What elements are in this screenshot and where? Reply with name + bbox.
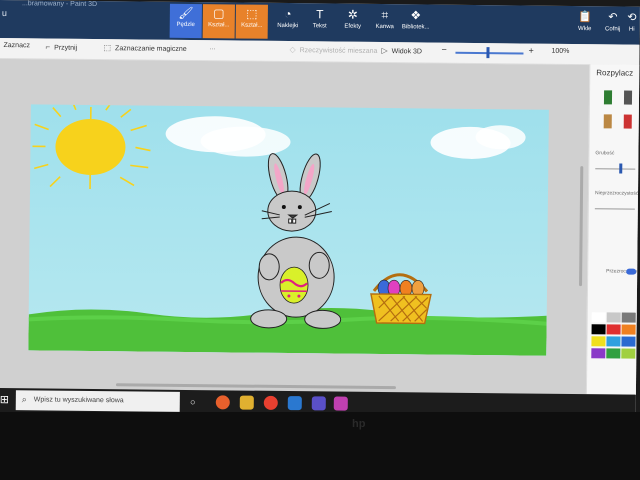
easter-egg-held (279, 266, 309, 304)
magic-select-label: Zaznaczanie magiczne (115, 45, 187, 53)
search-icon: ⌕ (21, 394, 27, 405)
tab-3d-shapes-label: Kształ... (241, 22, 263, 29)
color-swatch[interactable] (621, 312, 636, 323)
color-swatch[interactable] (621, 336, 636, 347)
color-palette (590, 64, 640, 359)
more-button[interactable]: ... (209, 44, 215, 51)
tab-library[interactable]: ❖ Bibliotek... (400, 6, 432, 40)
title-left: u (1, 8, 7, 19)
tab-text[interactable]: T Tekst (304, 5, 336, 39)
sun (32, 104, 151, 189)
color-swatch[interactable] (591, 336, 606, 347)
hp-logo: hp (352, 418, 366, 430)
chrome-icon[interactable] (263, 395, 278, 410)
brush-icon: 🖌 (178, 5, 194, 21)
color-swatch[interactable] (591, 312, 606, 323)
sticker-icon: ◔ (284, 6, 292, 22)
crop-button[interactable]: ⌐ Przytnij (45, 42, 77, 51)
color-swatch[interactable] (621, 324, 636, 335)
ribbon: u ...bramowany - Paint 3D 🖌 Pędzle ▢ Ksz… (0, 0, 640, 45)
color-swatch[interactable] (606, 348, 621, 359)
zoom-out-button[interactable]: − (441, 45, 446, 55)
view3d-icon: ▷ (381, 45, 388, 56)
magic-select-button[interactable]: ⬚ Zaznaczanie magiczne (103, 43, 186, 53)
zoom-level: 100% (551, 47, 570, 55)
view3d-label: Widok 3D (391, 48, 423, 56)
tab-canvas[interactable]: ⌗ Kanwa (369, 6, 401, 40)
mixed-reality-icon: ◇ (289, 45, 296, 55)
shapes3d-icon: ⬚ (246, 6, 258, 21)
color-swatch[interactable] (591, 324, 606, 335)
history-icon: ⟲ (627, 11, 637, 24)
taskbar-search-box[interactable]: ⌕ Wpisz tu wyszukiwane słowa (15, 390, 180, 412)
crop-label: Przytnij (54, 44, 78, 52)
paint3d-taskbar-icon[interactable] (333, 396, 348, 411)
search-placeholder: Wpisz tu wyszukiwane słowa (33, 396, 124, 405)
history-label: Hi (628, 26, 635, 33)
tab-2d-shapes-label: Kształ... (208, 22, 230, 29)
mixed-reality-button[interactable]: ◇ Rzeczywistość mieszana (289, 45, 377, 55)
zoom-slider-thumb[interactable] (486, 47, 490, 59)
tab-stickers[interactable]: ◔ Naklejki (272, 5, 304, 39)
marker-brush-icon[interactable] (603, 90, 613, 105)
tab-2d-shapes[interactable]: ▢ Kształ... (202, 4, 235, 39)
monitor-bezel (0, 412, 640, 480)
pencil-icon[interactable] (603, 114, 612, 129)
cloud-left (165, 116, 291, 157)
mixed-reality-label: Rzeczywistość mieszana (299, 47, 378, 55)
paste-button[interactable]: 📋 Wkle (570, 8, 600, 32)
zoom-in-button[interactable]: + (528, 46, 533, 56)
view3d-button[interactable]: ▷ Widok 3D (381, 46, 422, 55)
thickness-label: Grubość (595, 150, 615, 157)
thickness-slider-thumb[interactable] (619, 163, 623, 174)
paste-icon: 📋 (577, 11, 592, 24)
color-swatch[interactable] (591, 348, 606, 359)
paste-label: Wkle (578, 26, 592, 33)
paint3d-window: u ...bramowany - Paint 3D 🖌 Pędzle ▢ Ksz… (0, 0, 640, 419)
cloud-right (430, 125, 526, 159)
undo-label: Cofnij (605, 26, 621, 33)
library-icon: ❖ (410, 8, 422, 23)
select-label: Zaznacz (3, 42, 31, 50)
drawing (28, 104, 547, 356)
brush-panel: Rozpylacz Grubość Nieprzezroczystość Prz… (585, 64, 640, 395)
windows-start-icon[interactable]: ⊞ (0, 394, 12, 406)
tab-stickers-label: Naklejki (277, 22, 299, 30)
magic-select-icon: ⬚ (103, 43, 112, 53)
tab-effects-label: Efekty (344, 23, 362, 30)
transparent-toggle[interactable] (626, 268, 637, 275)
text-icon: T (316, 7, 324, 22)
tab-3d-shapes[interactable]: ⬚ Kształ... (235, 4, 268, 39)
opacity-label: Nieprzezroczystość (594, 190, 639, 197)
easter-basket (370, 273, 432, 325)
drawing-canvas[interactable] (28, 104, 549, 356)
window-title: ...bramowany - Paint 3D (21, 0, 98, 9)
color-swatch[interactable] (606, 336, 621, 347)
select-button[interactable]: Zaznacz (3, 42, 30, 49)
file-explorer-icon[interactable] (239, 395, 254, 410)
tab-brushes[interactable]: 🖌 Pędzle (169, 3, 202, 39)
panel-title: Rozpylacz (596, 68, 634, 78)
tab-effects[interactable]: ✲ Efekty (337, 6, 369, 40)
effects-icon: ✲ (347, 7, 358, 22)
tab-library-label: Bibliotek... (401, 24, 430, 31)
edge-icon[interactable] (287, 396, 302, 411)
crayon-icon[interactable] (623, 114, 632, 129)
tab-brushes-label: Pędzle (176, 21, 195, 29)
calligraphy-pen-icon[interactable] (623, 90, 633, 105)
opacity-slider[interactable] (594, 208, 635, 210)
canvas-icon: ⌗ (381, 7, 389, 23)
tab-text-label: Tekst (312, 23, 327, 30)
firefox-icon[interactable] (215, 395, 230, 410)
shapes2d-icon: ▢ (213, 6, 225, 21)
task-view-icon[interactable]: ○ (186, 395, 200, 409)
tab-canvas-label: Kanwa (375, 23, 394, 31)
teams-icon[interactable] (311, 396, 326, 411)
color-swatch[interactable] (606, 324, 621, 335)
crop-icon: ⌐ (45, 42, 51, 52)
history-button[interactable]: ⟲ Hi (624, 9, 640, 33)
color-swatch[interactable] (621, 348, 636, 359)
color-swatch[interactable] (606, 312, 621, 323)
thickness-slider[interactable] (595, 168, 636, 170)
